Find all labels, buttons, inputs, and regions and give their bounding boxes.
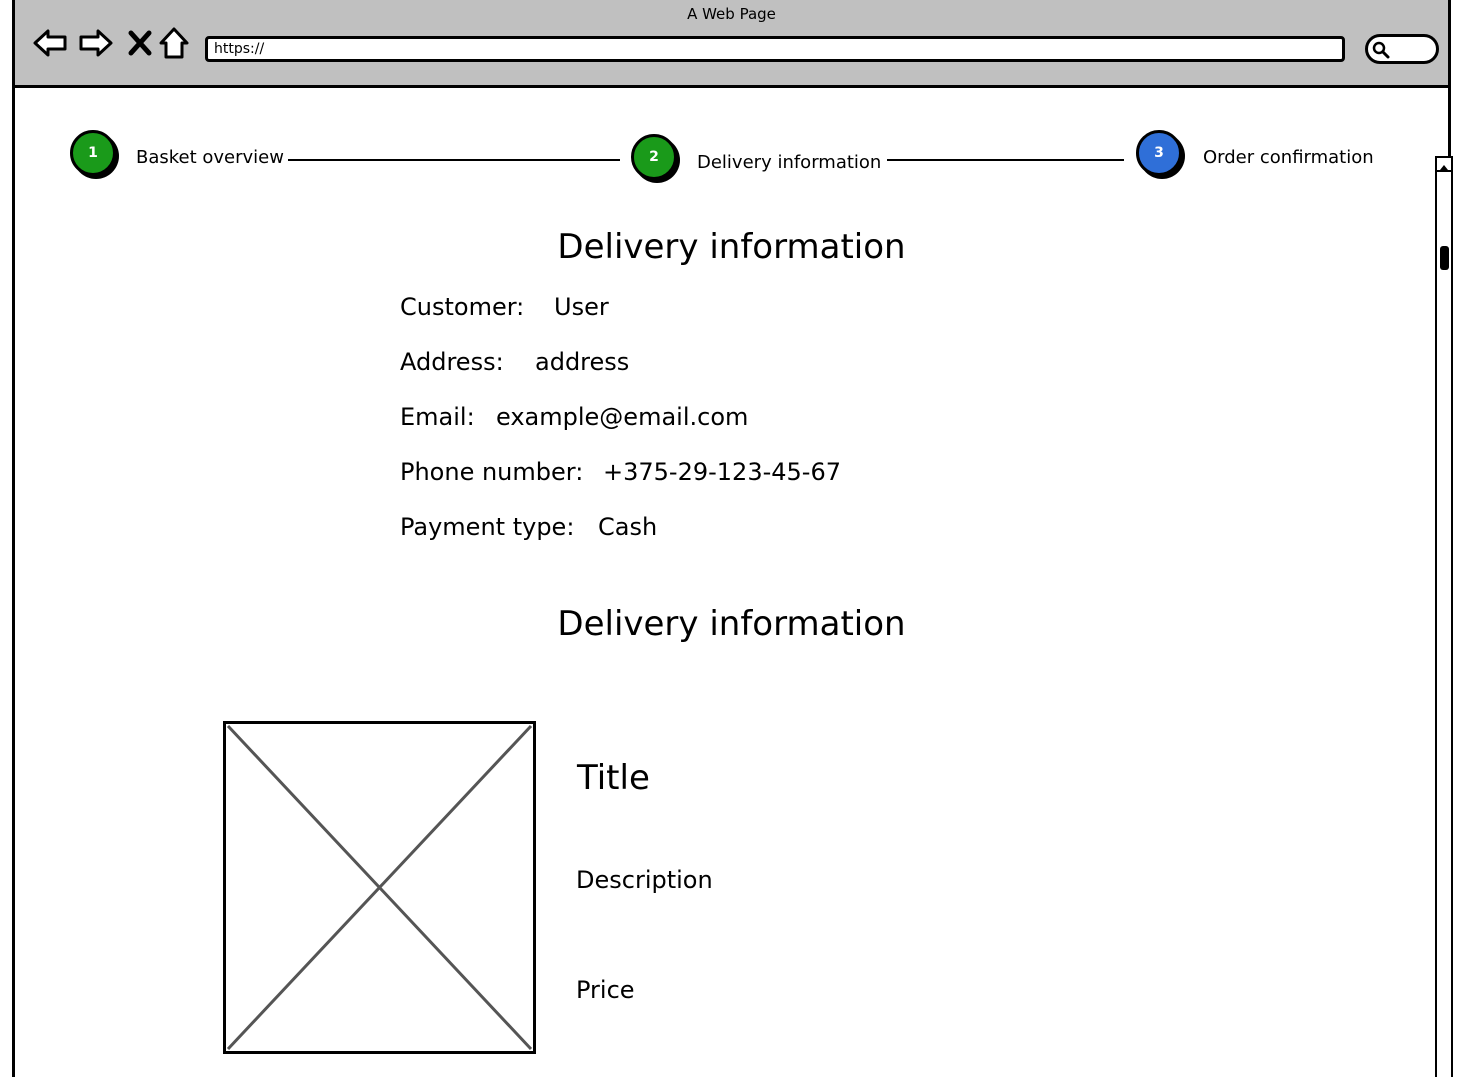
scroll-up-arrow-icon[interactable] [1437, 158, 1451, 172]
payment-key: Payment type: [400, 513, 575, 541]
address-key: Address: [400, 348, 504, 376]
window-title: A Web Page [687, 5, 776, 23]
payment-value: Cash [598, 513, 658, 541]
home-icon[interactable] [155, 24, 193, 62]
customer-key: Customer: [400, 293, 525, 321]
forward-icon[interactable] [77, 24, 115, 62]
stop-icon[interactable] [121, 24, 159, 62]
step-3-label[interactable]: Order confirmation [1203, 147, 1374, 168]
address-bar[interactable]: https:// [205, 36, 1345, 62]
step-3-circle[interactable]: 3 [1136, 130, 1182, 176]
browser-search-field[interactable] [1365, 34, 1439, 64]
step-1-circle[interactable]: 1 [70, 130, 116, 176]
product-image-placeholder [223, 721, 536, 1054]
phone-value: +375-29-123-45-67 [603, 458, 841, 486]
products-heading: Delivery information [557, 604, 906, 644]
step-connector-2 [887, 159, 1124, 161]
step-1-label[interactable]: Basket overview [136, 147, 284, 168]
delivery-heading: Delivery information [557, 227, 906, 267]
scroll-thumb[interactable] [1440, 246, 1449, 270]
customer-row: Customer: User [400, 293, 609, 321]
address-value: address [535, 348, 630, 376]
email-key: Email: [400, 403, 475, 431]
search-icon [1372, 41, 1390, 59]
step-2-label[interactable]: Delivery information [697, 152, 881, 173]
payment-row: Payment type: Cash [400, 513, 657, 541]
product-description: Description [576, 866, 713, 894]
browser-chrome: A Web Page https:// [15, 0, 1448, 88]
customer-value: User [554, 293, 609, 321]
step-connector-1 [288, 159, 620, 161]
phone-key: Phone number: [400, 458, 584, 486]
step-2-circle[interactable]: 2 [631, 134, 677, 180]
product-price: Price [576, 976, 635, 1004]
back-icon[interactable] [31, 24, 69, 62]
product-title: Title [577, 758, 650, 798]
vertical-scrollbar[interactable] [1435, 156, 1453, 1077]
email-row: Email: example@email.com [400, 403, 748, 431]
browser-window: A Web Page https:// 1 Basket overview 2 … [12, 0, 1453, 1077]
phone-row: Phone number: +375-29-123-45-67 [400, 458, 841, 486]
email-value: example@email.com [496, 403, 749, 431]
address-row: Address: address [400, 348, 629, 376]
